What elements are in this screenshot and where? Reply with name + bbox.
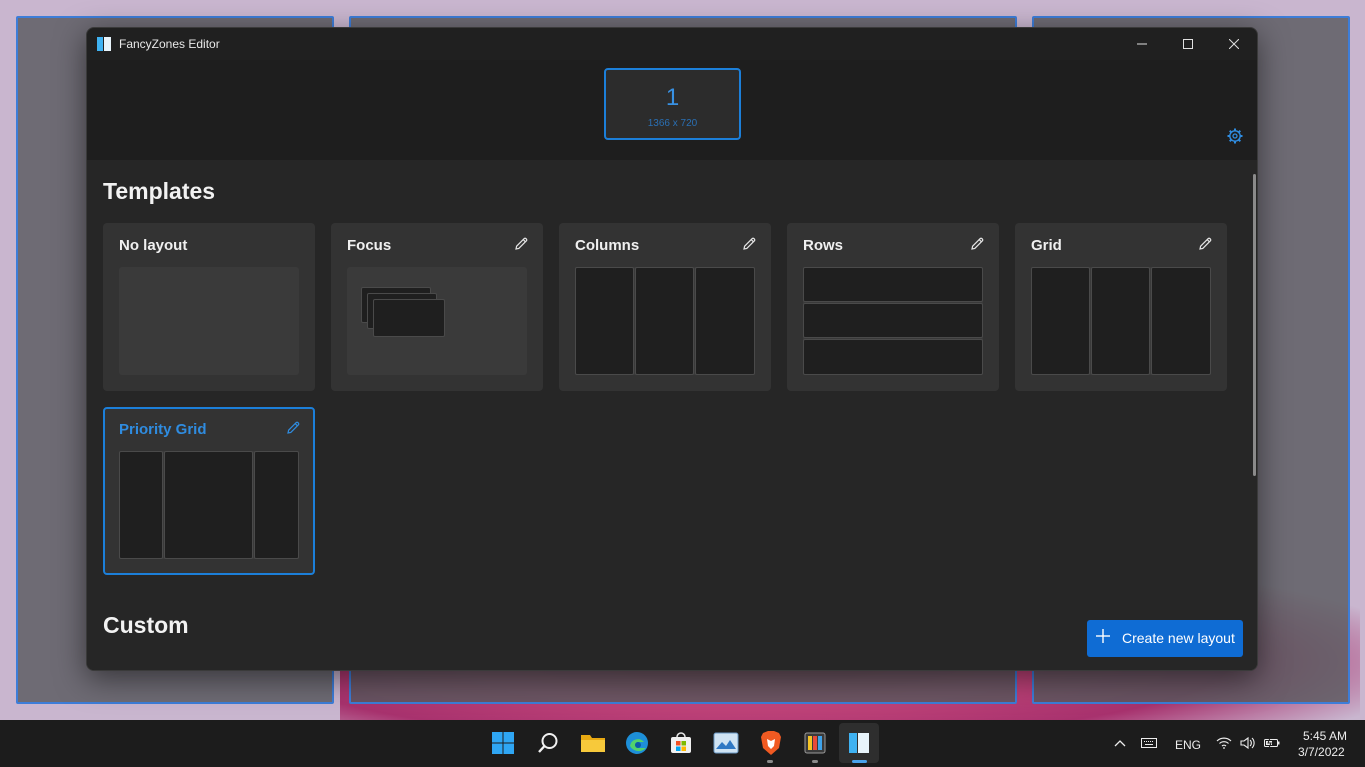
gear-icon (1227, 128, 1243, 144)
store-icon[interactable] (666, 728, 696, 758)
templates-heading: Templates (103, 178, 216, 204)
powertoys-icon[interactable] (800, 728, 830, 758)
template-title: Focus (347, 237, 392, 254)
template-title: Columns (575, 237, 640, 254)
volume-icon[interactable] (1237, 728, 1259, 758)
fancyzones-logo-icon (97, 37, 111, 51)
maximize-button[interactable] (1165, 28, 1211, 60)
layout-preview (803, 267, 983, 375)
monitor-card[interactable]: 1 1366 x 720 (604, 68, 741, 140)
template-title: No layout (119, 237, 188, 254)
zone-box (575, 267, 634, 375)
active-indicator (852, 760, 867, 763)
monitor-resolution: 1366 x 720 (647, 118, 698, 129)
template-card-focus[interactable]: Focus (331, 223, 543, 391)
zone-box (1091, 267, 1150, 375)
close-icon (1229, 39, 1239, 49)
fancyzones-icon[interactable] (844, 728, 874, 758)
search-icon[interactable] (533, 728, 563, 758)
running-indicator (767, 760, 773, 763)
start-icon[interactable] (488, 728, 518, 758)
plus-icon (1096, 629, 1110, 643)
monitor-number: 1 (665, 84, 680, 111)
custom-heading: Custom (103, 612, 189, 638)
clock-time[interactable]: 5:45 AM (1303, 729, 1347, 743)
fancyzones-editor-window: FancyZones Editor 1 1366 x 720 Templates… (86, 27, 1258, 671)
create-new-layout-button[interactable]: Create new layout (1087, 620, 1243, 657)
brave-icon[interactable] (756, 728, 786, 758)
template-title: Grid (1031, 237, 1062, 254)
edit-pencil-icon[interactable] (1197, 236, 1213, 252)
create-new-layout-label: Create new layout (1122, 630, 1235, 646)
layout-preview (1031, 267, 1211, 375)
minimize-button[interactable] (1119, 28, 1165, 60)
layout-preview (347, 267, 527, 375)
layout-preview (575, 267, 755, 375)
zone-box (119, 451, 163, 559)
wifi-icon[interactable] (1213, 728, 1235, 758)
language-indicator[interactable]: ENG (1175, 738, 1201, 752)
template-card-columns[interactable]: Columns (559, 223, 771, 391)
keyboard-icon[interactable] (1136, 728, 1162, 758)
layout-preview (119, 451, 299, 559)
template-card-no-layout[interactable]: No layout (103, 223, 315, 391)
edit-pencil-icon[interactable] (285, 420, 301, 436)
minimize-icon (1137, 43, 1147, 45)
layouts-panel: Templates No layout Focus Columns Rows G… (87, 160, 1257, 670)
template-title: Priority Grid (119, 421, 207, 438)
edit-pencil-icon[interactable] (969, 236, 985, 252)
scrollbar[interactable] (1253, 174, 1256, 476)
zone-box (1151, 267, 1211, 375)
edge-icon[interactable] (622, 728, 652, 758)
maximize-icon (1183, 39, 1193, 49)
window-title: FancyZones Editor (119, 37, 220, 51)
zone-box (635, 267, 694, 375)
settings-button[interactable] (1226, 127, 1244, 145)
layout-preview (119, 267, 299, 375)
zone-box (695, 267, 755, 375)
chevron-up-icon[interactable] (1108, 728, 1132, 758)
edit-pencil-icon[interactable] (513, 236, 529, 252)
clock-date[interactable]: 3/7/2022 (1298, 745, 1345, 759)
running-indicator (812, 760, 818, 763)
photos-icon[interactable] (711, 728, 741, 758)
zone-box (803, 339, 983, 375)
file-explorer-icon[interactable] (578, 728, 608, 758)
close-button[interactable] (1211, 28, 1257, 60)
zone-box (164, 451, 253, 559)
title-bar[interactable]: FancyZones Editor (87, 28, 1257, 60)
template-card-priority-grid[interactable]: Priority Grid (103, 407, 315, 575)
zone-box (373, 299, 445, 337)
zone-box (803, 267, 983, 302)
battery-icon[interactable] (1261, 728, 1283, 758)
zone-box (254, 451, 299, 559)
edit-pencil-icon[interactable] (741, 236, 757, 252)
template-card-rows[interactable]: Rows (787, 223, 999, 391)
template-card-grid[interactable]: Grid (1015, 223, 1227, 391)
zone-box (1031, 267, 1090, 375)
zone-box (803, 303, 983, 338)
taskbar: ENG 5:45 AM 3/7/2022 (0, 720, 1365, 767)
template-title: Rows (803, 237, 844, 254)
